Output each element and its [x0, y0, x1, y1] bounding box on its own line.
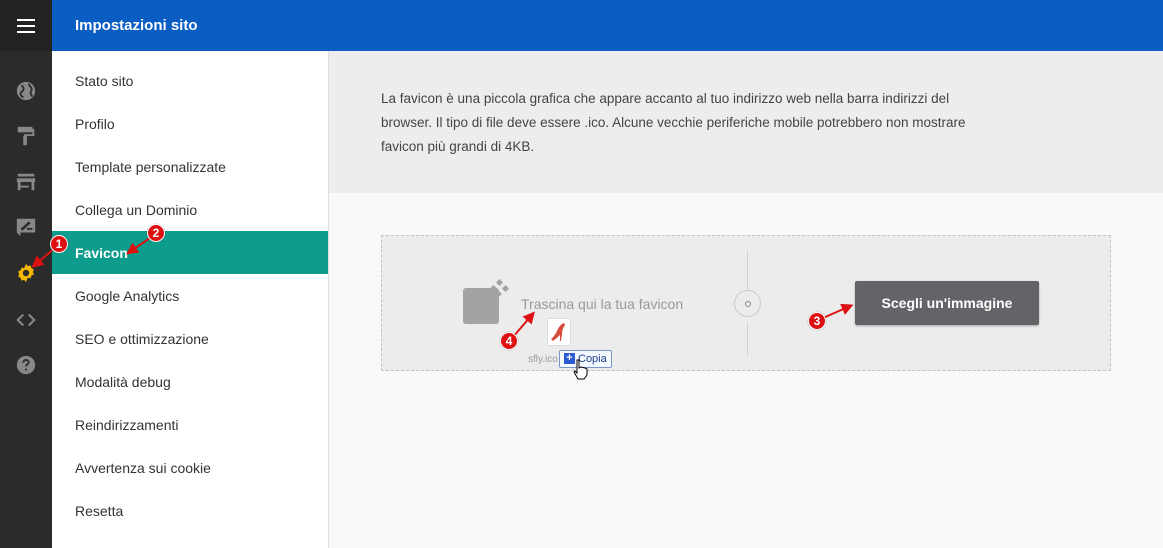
annotation-badge-3: 3 — [808, 312, 826, 330]
annotation-badge-4: 4 — [500, 332, 518, 350]
annotation-badge-1: 1 — [50, 235, 68, 253]
annotation-arrows — [31, 237, 854, 338]
annotation-badge-2: 2 — [147, 224, 165, 242]
